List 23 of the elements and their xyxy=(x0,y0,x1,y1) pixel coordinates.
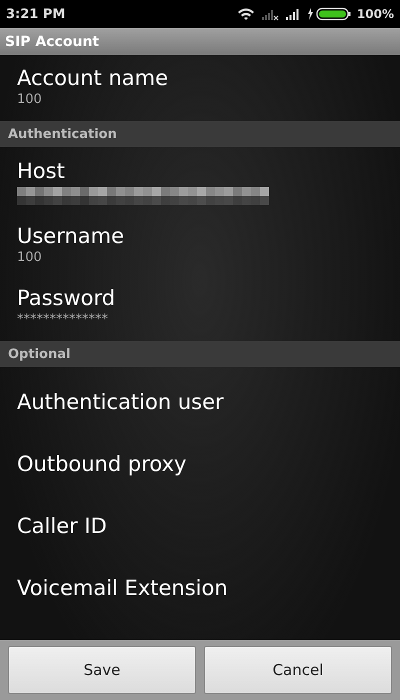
setting-title[interactable]: Password xyxy=(17,286,116,310)
setting-title[interactable]: Host xyxy=(17,159,65,183)
setting-value: 100 xyxy=(17,250,42,264)
clock: 3:21 PM xyxy=(6,6,66,22)
no-signal-icon xyxy=(260,7,279,21)
setting-value: 100 xyxy=(17,92,42,106)
setting-title[interactable]: Outbound proxy xyxy=(17,452,186,476)
signal-icon xyxy=(284,7,301,21)
battery-percent: 100% xyxy=(356,7,394,21)
wifi-icon xyxy=(236,7,255,21)
setting-title[interactable]: Caller ID xyxy=(17,514,107,538)
setting-value: ************** xyxy=(17,312,108,326)
save-button[interactable]: Save xyxy=(8,646,196,694)
setting-title[interactable]: Username xyxy=(17,224,124,248)
setting-title[interactable]: Account name xyxy=(17,66,168,90)
setting-title[interactable]: Authentication user xyxy=(17,390,224,414)
section-header: Optional xyxy=(0,341,400,367)
battery-icon xyxy=(306,7,351,21)
screen-title: SIP Account xyxy=(5,34,100,50)
cancel-button[interactable]: Cancel xyxy=(204,646,392,694)
setting-title[interactable]: Voicemail Extension xyxy=(17,576,228,600)
section-header: Authentication xyxy=(0,121,400,147)
redacted-value-icon xyxy=(17,187,269,205)
